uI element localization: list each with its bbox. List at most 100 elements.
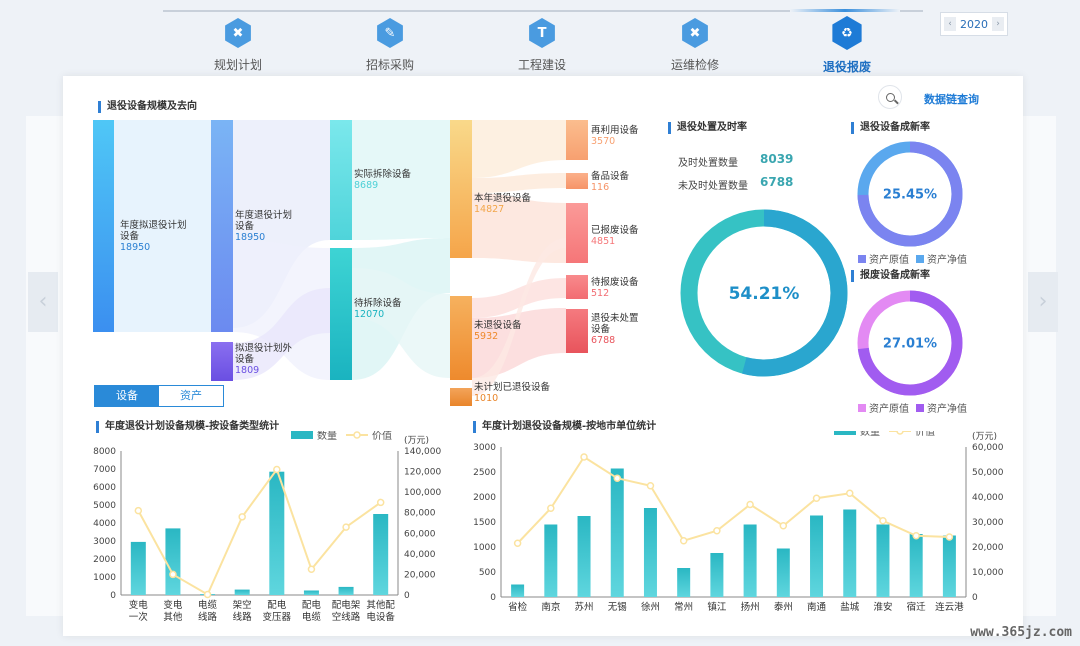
y-tick-right: 40,000 (972, 493, 1004, 503)
late-label: 未及时处置数量 (678, 181, 748, 192)
y-tick-left: 1000 (473, 543, 496, 553)
sankey-node (566, 120, 588, 160)
legend-original-value: 资产原值 (858, 400, 909, 415)
data-chain-link[interactable]: 数据链查询 (924, 91, 979, 107)
year-value: 2020 (960, 17, 988, 31)
sankey-node-label: 再利用设备 (591, 124, 639, 136)
sankey-node-label: 本年退役设备 (474, 192, 532, 204)
recycle-doc-icon: ♻ (832, 16, 862, 50)
sankey-node-label: 待报废设备 (591, 276, 639, 288)
bar (373, 514, 389, 595)
next-page-arrow[interactable]: › (1028, 272, 1058, 332)
sankey-node-value: 8689 (354, 180, 378, 191)
donut-percent: 27.01% (883, 337, 937, 352)
x-tick-label: 配电架空线路 (332, 599, 361, 623)
sankey-node (450, 120, 472, 258)
step-maintenance[interactable]: ✖ 运维检修 (635, 18, 755, 73)
sankey-node-label: 待拆除设备 (354, 297, 402, 309)
y-tick-right: 0 (972, 593, 978, 603)
prev-page-arrow[interactable]: ‹ (28, 272, 58, 332)
bar (511, 584, 525, 597)
x-tick-label: 配电电缆 (302, 599, 322, 623)
y-tick-left: 1000 (93, 573, 116, 583)
sankey-node-value: 6788 (591, 335, 615, 346)
app-stage: ✖ 规划计划 ✎ 招标采购 T 工程建设 ✖ 运维检修 ♻ 退役报废 ‹ 202… (0, 0, 1080, 646)
y-tick-left: 0 (490, 593, 496, 603)
x-tick-label: 宿迁 (907, 601, 927, 613)
sankey-node (330, 120, 352, 240)
x-tick-label: 盐城 (840, 601, 860, 613)
tab-assets[interactable]: 资产 (159, 386, 223, 406)
right-axis-unit: (万元) (404, 436, 429, 446)
x-tick-label: 扬州 (741, 601, 760, 613)
bar (269, 471, 285, 595)
x-tick-label: 南通 (807, 601, 827, 613)
year-prev-button[interactable]: ‹ (944, 17, 956, 31)
step-label: 规划计划 (213, 58, 262, 72)
legend-label: 价值 (372, 431, 392, 442)
y-tick-right: 0 (404, 591, 410, 601)
step-planning[interactable]: ✖ 规划计划 (178, 18, 298, 73)
bar (130, 541, 146, 595)
main-panel: 退役设备规模及去向 数据链查询 年度拟退役计划设备 18950 年度退役计划设备 18… (63, 76, 1023, 636)
search-icon (885, 92, 895, 102)
y-tick-left: 7000 (93, 465, 116, 475)
legend-label: 数量 (317, 431, 337, 442)
tab-equipment[interactable]: 设备 (95, 386, 159, 406)
x-tick-label: 变电一次 (129, 599, 149, 623)
line-point (307, 565, 316, 574)
x-tick-label: 其他配电设备 (366, 599, 395, 623)
year-next-button[interactable]: › (992, 17, 1004, 31)
retired-renew-donut: 25.45% (857, 141, 963, 247)
sankey-node (330, 248, 352, 380)
x-tick-label: 变电其他 (163, 599, 183, 623)
x-tick-label: 苏州 (575, 601, 594, 613)
x-tick-label: 无锡 (608, 601, 627, 613)
y-tick-right: 80,000 (404, 509, 436, 519)
line-point (342, 523, 350, 531)
step-construction[interactable]: T 工程建设 (482, 18, 602, 73)
line-point (879, 517, 887, 525)
sankey-node-label: 退役未处置设备 (591, 312, 639, 335)
y-tick-left: 2000 (93, 555, 116, 565)
scrap-renew-title: 报废设备成新率 (851, 270, 930, 282)
line-point (679, 537, 688, 545)
sankey-node-value: 5932 (474, 331, 498, 342)
sankey-flow (472, 120, 566, 178)
bar (810, 515, 824, 597)
line-point (846, 489, 854, 497)
sankey-title: 退役设备规模及去向 (98, 101, 197, 113)
step-retirement[interactable]: ♻ 退役报废 (787, 16, 907, 75)
sankey-node (566, 275, 588, 299)
sankey-node (566, 309, 588, 353)
y-tick-left: 8000 (93, 447, 116, 457)
bar (743, 524, 757, 597)
year-selector[interactable]: ‹ 2020 › (940, 12, 1008, 36)
y-tick-left: 5000 (93, 501, 116, 511)
y-tick-left: 4000 (93, 519, 116, 529)
y-tick-right: 10,000 (972, 568, 1004, 578)
search-button[interactable] (878, 85, 902, 109)
line-point (169, 570, 177, 579)
sankey-node-label: 已报废设备 (591, 224, 639, 236)
y-tick-right: 100,000 (404, 488, 441, 498)
sankey-chart: 年度拟退役计划设备18950年度退役计划设备18950拟退役计划外设备1809实… (93, 120, 639, 406)
line-point (646, 482, 655, 490)
view-tabs: 设备 资产 (94, 385, 224, 407)
sankey-node-value: 18950 (235, 232, 265, 243)
bar (677, 568, 691, 597)
step-procurement[interactable]: ✎ 招标采购 (330, 18, 450, 73)
sankey-node-value: 3570 (591, 136, 615, 147)
bar (876, 524, 890, 597)
city-unit-chart: 0 500 1000 1500 2000 2500 3000 0 10,000 20,000 30,… (473, 431, 1004, 613)
line-point (203, 590, 212, 599)
sankey-node (450, 296, 472, 380)
x-tick-label: 淮安 (873, 601, 892, 613)
y-tick-right: 120,000 (404, 468, 441, 478)
sankey-node (566, 203, 588, 263)
disposal-title: 退役处置及时率 (668, 122, 747, 134)
line-point (580, 453, 588, 461)
legend-original-value: 资产原值 (858, 251, 909, 266)
legend-net-value: 资产净值 (916, 251, 967, 266)
line-point (945, 533, 954, 541)
